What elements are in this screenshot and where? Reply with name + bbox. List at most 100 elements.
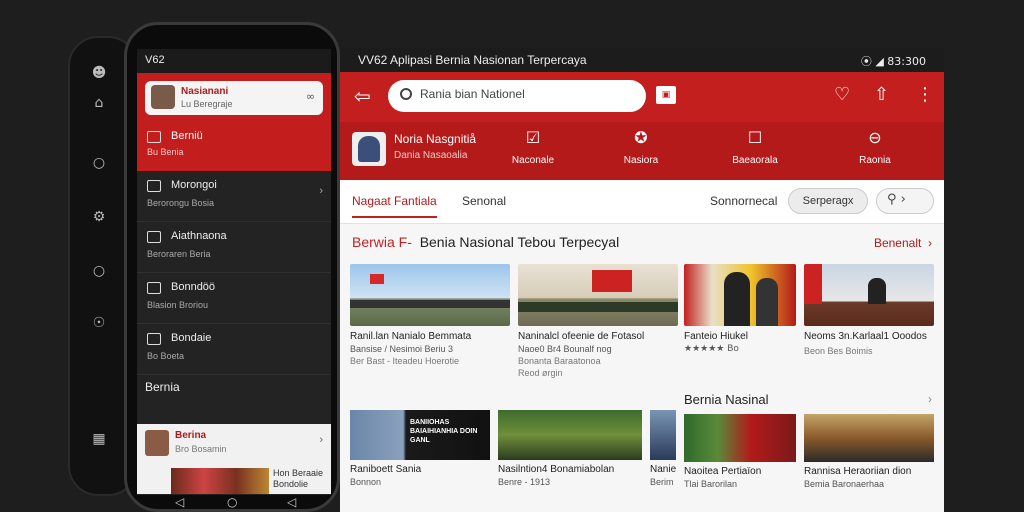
menu-item-title: Berniü bbox=[171, 130, 203, 142]
more-icon[interactable]: ⋮ bbox=[916, 84, 934, 105]
news-card[interactable]: Naoitea Pertiaïon Tlai Barorilan bbox=[684, 414, 796, 489]
news-thumbnail bbox=[145, 430, 169, 456]
crowd-shape bbox=[350, 300, 510, 308]
section-label: Bernia bbox=[145, 380, 180, 394]
menu-item-subtitle: Blasion Broriou bbox=[147, 300, 209, 310]
media-icon[interactable]: ▣ bbox=[656, 86, 676, 104]
sidebar-item[interactable]: Bondaie Bo Boeta bbox=[137, 324, 331, 375]
crowd-shape bbox=[518, 302, 678, 312]
sidebar-item[interactable]: Morongoi Berorongu Bosia › bbox=[137, 171, 331, 222]
news-card[interactable]: Fanteio Hiukel ★★★★★ Bo bbox=[684, 264, 796, 354]
chevron-right-icon: › bbox=[319, 185, 323, 197]
banner-shape bbox=[592, 270, 632, 292]
recent-nav-icon[interactable]: ◁ bbox=[287, 495, 296, 509]
news-meta: Ber Bast - Iteadeu Hoerotie bbox=[350, 356, 460, 366]
tab-latest[interactable]: Nagaat Fantiala bbox=[352, 194, 437, 218]
profile-name: Noria Nasgnitiå bbox=[394, 132, 477, 146]
compass-icon[interactable]: ☉ bbox=[90, 314, 108, 332]
menu-item-icon bbox=[147, 131, 161, 143]
menu-item-title: Morongoi bbox=[171, 179, 217, 191]
news-card[interactable]: Nanie Berim bbox=[650, 410, 676, 487]
filter-pill[interactable]: Serperagx bbox=[788, 188, 868, 214]
category-item[interactable]: ⊖ Raonia bbox=[840, 128, 910, 168]
news-title: Rannisa Heraoriian dion bbox=[804, 466, 912, 477]
category-icon: ✪ bbox=[634, 128, 648, 147]
category-label: Baeaorala bbox=[732, 155, 778, 166]
person-shape bbox=[756, 278, 778, 326]
news-image bbox=[804, 264, 934, 326]
tab-national[interactable]: Senonal bbox=[462, 194, 506, 208]
news-subtitle: Bro Bosamin bbox=[175, 444, 227, 454]
person-shape bbox=[724, 272, 750, 326]
section-tag: Berwia F- bbox=[352, 234, 412, 250]
chevron-right-icon[interactable]: › bbox=[928, 392, 932, 406]
phone-status-text: V62 bbox=[145, 54, 165, 66]
section-title: Berwia F- Benia Nasional Tebou Terpecyal bbox=[352, 234, 619, 250]
user-icon[interactable]: ☻ bbox=[90, 64, 108, 82]
share-icon[interactable]: ⇧ bbox=[874, 84, 889, 105]
heart-icon[interactable]: ♡ bbox=[834, 84, 850, 105]
flag-shape bbox=[804, 264, 822, 304]
avatar bbox=[151, 85, 175, 109]
search-input[interactable] bbox=[420, 87, 630, 101]
news-title: Nanie bbox=[650, 464, 676, 475]
menu-item-subtitle: Bu Benia bbox=[147, 147, 184, 157]
image-icon bbox=[147, 231, 161, 243]
home-nav-icon[interactable]: ○ bbox=[227, 495, 237, 509]
news-subtitle: Bonnon bbox=[350, 477, 382, 487]
search-icon[interactable]: ⚲ › bbox=[876, 188, 934, 214]
chevron-right-icon: › bbox=[319, 434, 323, 446]
category-item[interactable]: ✪ Nasiora bbox=[606, 128, 676, 168]
section-heading: Benia Nasional Tebou Terpecyal bbox=[419, 234, 620, 250]
news-image bbox=[650, 410, 676, 460]
grid-icon[interactable]: ▦ bbox=[90, 430, 108, 448]
category-item[interactable]: ☑ Naconale bbox=[498, 128, 568, 168]
profile-sub: Dania Nasaoalia bbox=[394, 150, 468, 161]
search-bar[interactable] bbox=[388, 80, 646, 112]
news-card[interactable]: Neoms 3n.Karlaal1 Ooodos Beon Bes Boimis bbox=[804, 264, 934, 356]
news-image bbox=[171, 468, 269, 494]
home-icon[interactable]: ⌂ bbox=[90, 94, 108, 112]
edit-icon bbox=[147, 282, 161, 294]
news-image: BANIIOHAS BAIAIHIANHIA DOIN GANL bbox=[350, 410, 490, 460]
news-card[interactable]: Naninalcl ofeenie de Fotasol Naoe0 Br4 B… bbox=[518, 264, 678, 378]
news-card[interactable]: Rannisa Heraoriian dion Bemia Baronaerha… bbox=[804, 414, 934, 489]
tab-bar: Nagaat Fantiala Senonal Sonnornecal Serp… bbox=[340, 180, 944, 224]
news-subtitle: Bansise / Nesimoi Beriu 3 bbox=[350, 344, 454, 354]
news-image bbox=[498, 410, 642, 460]
phone-screen: V62 Nasianani Lu Beregraje ∞ Berniü Bu B… bbox=[137, 49, 331, 495]
phone-news-card[interactable]: Berina Bro Bosamin › Hon Beraaie Bondoli… bbox=[137, 424, 331, 494]
search-icon bbox=[400, 88, 412, 100]
news-card[interactable]: Nasilntion4 Bonamiabolan Benre - 1913 bbox=[498, 410, 642, 487]
category-label: Nasiora bbox=[623, 155, 659, 166]
sidebar-item[interactable]: Aiathnaona Beroraren Beria bbox=[137, 222, 331, 273]
category-item[interactable]: ☐ Baeaorala bbox=[720, 128, 790, 168]
news-subtitle: Tlai Barorilan bbox=[684, 479, 738, 489]
phone-header: Nasianani Lu Beregraje ∞ Berniü Bu Benia bbox=[137, 73, 331, 171]
menu-item-title: Bondaie bbox=[171, 332, 212, 344]
profile-avatar[interactable] bbox=[352, 132, 386, 166]
sidebar-item[interactable]: Bonndöö Blasion Broriou bbox=[137, 273, 331, 324]
news-title: Neoms 3n.Karlaal1 Ooodos bbox=[804, 331, 927, 342]
news-card[interactable]: BANIIOHAS BAIAIHIANHIA DOIN GANL Raniboe… bbox=[350, 410, 490, 487]
phone-profile-card[interactable]: Nasianani Lu Beregraje ∞ bbox=[145, 81, 323, 115]
back-arrow-icon[interactable]: ⇦ bbox=[354, 84, 371, 108]
news-image bbox=[518, 264, 678, 326]
avatar bbox=[358, 136, 380, 162]
circle-icon[interactable]: ○ bbox=[90, 154, 108, 172]
see-all-label: Benenalt bbox=[873, 236, 922, 250]
tab-sonnornecal[interactable]: Sonnornecal bbox=[710, 194, 777, 208]
see-all-link[interactable]: Benenalt › bbox=[874, 236, 932, 250]
phone-status-bar: V62 bbox=[137, 49, 331, 73]
news-overlay-text: BANIIOHAS BAIAIHIANHIA DOIN GANL bbox=[410, 419, 478, 444]
back-nav-icon[interactable]: ◁ bbox=[175, 495, 184, 509]
status-bar: VV62 Aplipasi Bernia Nasionan Terpercaya… bbox=[340, 48, 944, 72]
tablet-screen: VV62 Aplipasi Bernia Nasionan Terpercaya… bbox=[340, 48, 944, 512]
category-label: Raonia bbox=[859, 155, 891, 166]
status-indicators: ⦿ ◢ 83:300 bbox=[860, 55, 926, 68]
news-card[interactable]: Ranil.lan Nanialo Bemmata Bansise / Nesi… bbox=[350, 264, 510, 366]
news-image bbox=[350, 264, 510, 326]
link-icon[interactable]: ∞ bbox=[306, 90, 315, 103]
settings-icon[interactable]: ⚙ bbox=[90, 208, 108, 226]
circle-icon[interactable]: ○ bbox=[90, 262, 108, 280]
